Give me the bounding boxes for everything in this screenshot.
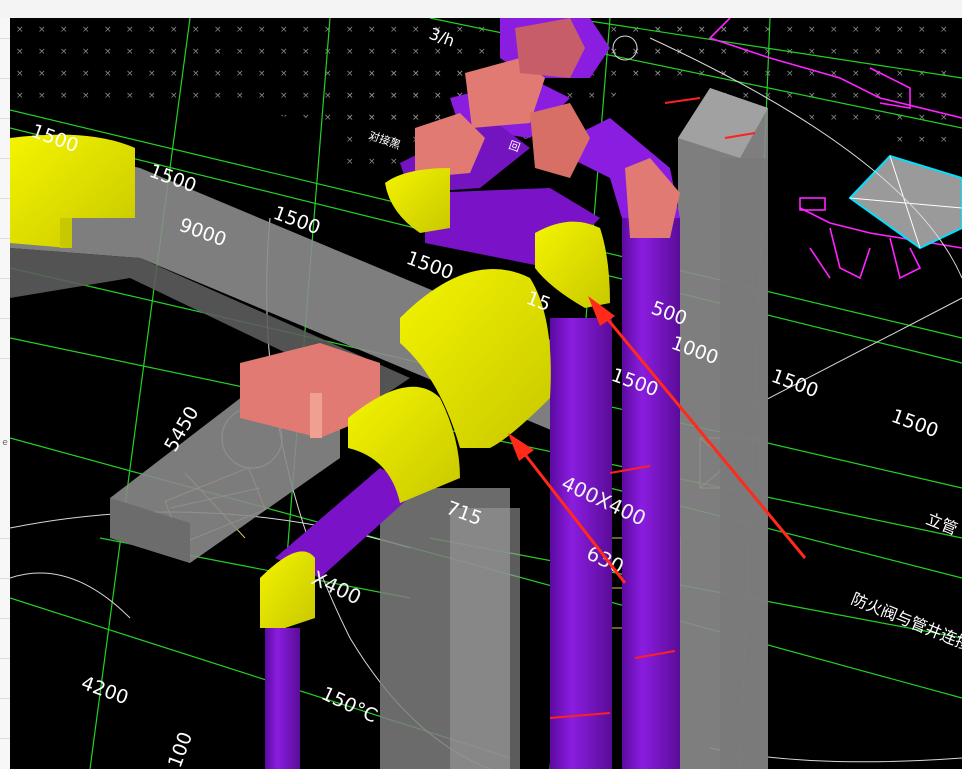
- rail-divider: [0, 318, 10, 319]
- note-fire-damper-connection: 防火阀与管井连接: [849, 589, 962, 655]
- purple-riser-right: [622, 218, 680, 769]
- rail-divider: [0, 698, 10, 699]
- rail-divider: [0, 158, 10, 159]
- rail-divider: [0, 278, 10, 279]
- rail-divider: [0, 78, 10, 79]
- rail-divider: [0, 198, 10, 199]
- side-tool-label[interactable]: e: [0, 438, 10, 448]
- dim-100: 100: [164, 729, 197, 769]
- drawing-viewport[interactable]: ×: [10, 18, 962, 769]
- rail-divider: [0, 738, 10, 739]
- dim-1500-right-b: 1500: [888, 405, 941, 442]
- rail-divider: [0, 118, 10, 119]
- rail-divider: [0, 578, 10, 579]
- rail-divider: [0, 358, 10, 359]
- cad-application-window: e ×: [0, 0, 962, 769]
- dim-1500-c: 1500: [403, 247, 456, 284]
- shaft-plan-box: [848, 154, 962, 250]
- purple-riser-left: [550, 318, 612, 769]
- rail-divider: [0, 618, 10, 619]
- title-bar: [0, 0, 962, 19]
- rail-divider: [0, 538, 10, 539]
- rail-divider: [0, 238, 10, 239]
- rail-divider: [0, 38, 10, 39]
- purple-duct-left: [265, 628, 300, 769]
- dim-1500-right-a: 1500: [768, 365, 821, 402]
- rail-divider: [0, 658, 10, 659]
- dim-150c: 150°C: [318, 683, 381, 728]
- dim-x400: X400: [308, 566, 365, 610]
- dim-4200: 4200: [78, 672, 131, 709]
- hvac-3d-model[interactable]: ×: [10, 18, 962, 769]
